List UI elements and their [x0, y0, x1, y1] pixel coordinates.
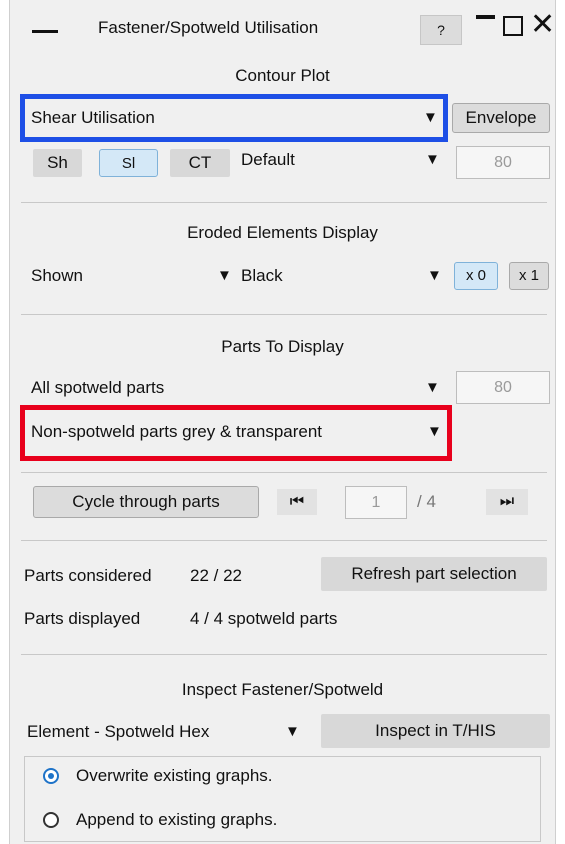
parts-displayed-label: Parts displayed: [24, 609, 141, 628]
sh-button[interactable]: Sh: [33, 149, 82, 177]
contour-type-value: Shear Utilisation: [31, 108, 155, 127]
utilisation-panel: Fastener/Spotweld Utilisation ? ✕ Contou…: [9, 0, 556, 844]
skip-last-icon[interactable]: ⏭: [486, 489, 528, 515]
minimize-icon[interactable]: [476, 15, 495, 19]
inspect-element-value: Element - Spotweld Hex: [27, 722, 210, 741]
parts-displayed-value: 4 / 4 spotweld parts: [190, 609, 338, 628]
separator: [21, 314, 547, 315]
dropdown-arrow-icon: ▼: [423, 109, 438, 126]
inspect-element-dropdown[interactable]: Element - Spotweld Hex ▼: [23, 718, 311, 746]
maximize-icon[interactable]: [503, 16, 523, 36]
current-part-field[interactable]: 1: [345, 486, 407, 519]
contour-number-field[interactable]: 80: [456, 146, 550, 179]
eroded-display-value: Shown: [31, 266, 83, 285]
envelope-button[interactable]: Envelope: [452, 103, 550, 133]
contour-plot-heading: Contour Plot: [235, 66, 330, 85]
title-bar: Fastener/Spotweld Utilisation ? ✕: [10, 0, 555, 52]
window-title: Fastener/Spotweld Utilisation: [98, 18, 319, 37]
parts-number-field[interactable]: 80: [456, 371, 550, 404]
separator: [21, 654, 547, 655]
parts-considered-label: Parts considered: [24, 566, 152, 585]
total-parts-label: / 4: [417, 492, 436, 511]
help-button[interactable]: ?: [420, 15, 462, 45]
dropdown-arrow-icon: ▼: [427, 267, 442, 284]
dropdown-arrow-icon: ▼: [425, 151, 440, 168]
menu-dash-icon[interactable]: [32, 30, 58, 33]
overwrite-radio[interactable]: [43, 768, 59, 784]
parts-filter-value: All spotweld parts: [31, 378, 165, 397]
parts-to-display-heading: Parts To Display: [221, 337, 344, 356]
dropdown-arrow-icon: ▼: [217, 267, 232, 284]
eroded-color-value: Black: [241, 266, 283, 285]
contour-type-dropdown[interactable]: Shear Utilisation ▼: [27, 104, 438, 132]
contour-scale-dropdown[interactable]: Default ▼: [237, 146, 441, 174]
separator: [21, 540, 547, 541]
inspect-this-button[interactable]: Inspect in T/HIS: [321, 714, 550, 748]
dropdown-arrow-icon: ▼: [285, 723, 300, 740]
close-icon[interactable]: ✕: [530, 10, 555, 40]
cycle-parts-button[interactable]: Cycle through parts: [33, 486, 259, 518]
other-parts-dropdown[interactable]: Non-spotweld parts grey & transparent ▼: [27, 418, 442, 446]
sl-toggle[interactable]: Sl: [99, 149, 158, 177]
skip-first-icon[interactable]: ⏮: [277, 489, 317, 515]
dropdown-arrow-icon: ▼: [425, 379, 440, 396]
append-label: Append to existing graphs.: [76, 810, 278, 829]
eroded-color-dropdown[interactable]: Black ▼: [237, 262, 443, 290]
contour-scale-value: Default: [241, 150, 295, 169]
eroded-display-dropdown[interactable]: Shown ▼: [27, 262, 235, 290]
parts-filter-dropdown[interactable]: All spotweld parts ▼: [27, 374, 441, 402]
parts-considered-value: 22 / 22: [190, 566, 242, 585]
other-parts-value: Non-spotweld parts grey & transparent: [31, 422, 323, 441]
append-radio[interactable]: [43, 812, 59, 828]
inspect-heading: Inspect Fastener/Spotweld: [181, 680, 384, 699]
x1-button[interactable]: x 1: [509, 262, 549, 290]
ct-button[interactable]: CT: [170, 149, 230, 177]
separator: [21, 202, 547, 203]
x0-toggle[interactable]: x 0: [454, 262, 498, 290]
overwrite-label: Overwrite existing graphs.: [76, 766, 273, 785]
dropdown-arrow-icon: ▼: [427, 423, 442, 440]
separator: [21, 472, 547, 473]
refresh-selection-button[interactable]: Refresh part selection: [321, 557, 547, 591]
eroded-elements-heading: Eroded Elements Display: [187, 223, 378, 242]
